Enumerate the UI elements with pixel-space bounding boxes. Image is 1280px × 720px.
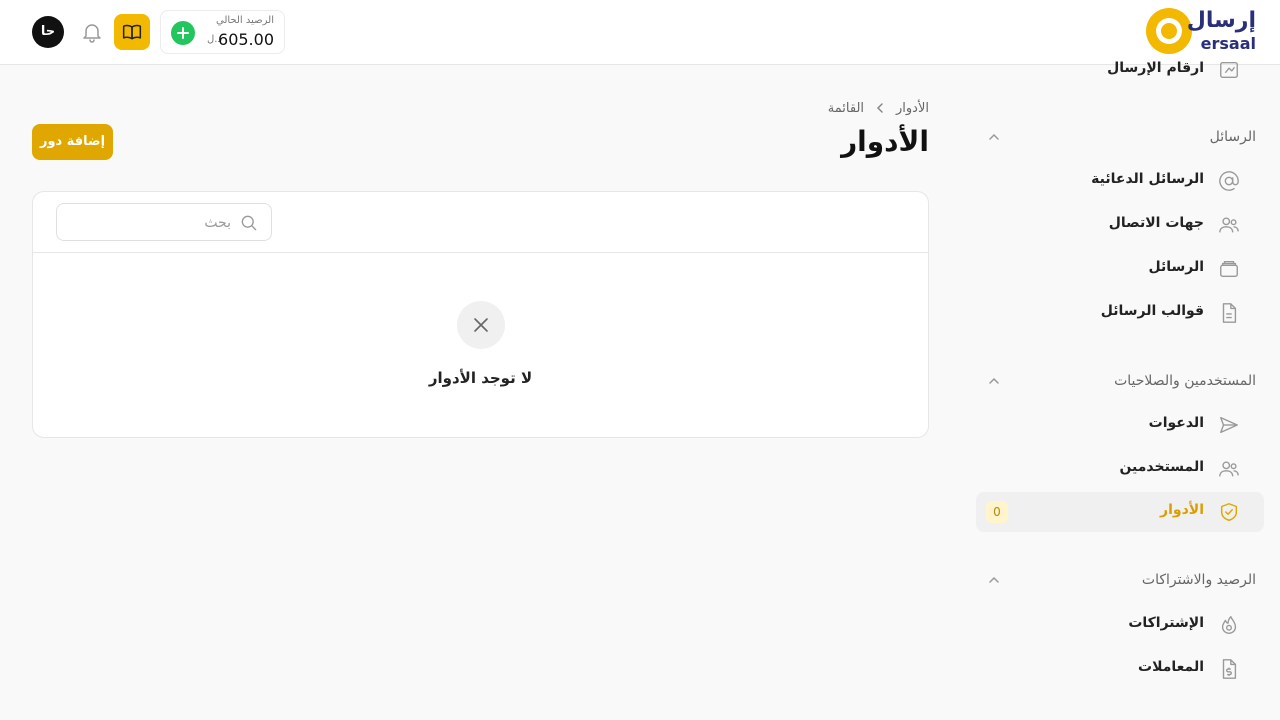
- users-icon: [1219, 217, 1239, 233]
- balance-label: الرصيد الحالي: [216, 15, 274, 26]
- sidebar-item-subscriptions[interactable]: الإشتراكات: [976, 605, 1264, 645]
- sidebar-item-promotional-messages[interactable]: الرسائل الدعائية: [976, 161, 1264, 201]
- section-messages-header[interactable]: الرسائل: [976, 123, 1264, 153]
- flame-icon: [1221, 616, 1237, 634]
- chevron-up-icon: [989, 576, 999, 583]
- topup-button[interactable]: [171, 21, 195, 45]
- sidebar-item-roles[interactable]: الأدوار 0: [976, 492, 1264, 532]
- send-numbers-icon: [1220, 61, 1238, 79]
- section-users-header[interactable]: المستخدمين والصلاحيات: [976, 367, 1264, 397]
- section-title: الرصيد والاشتراكات: [1141, 572, 1256, 588]
- sidebar-item-label: الرسائل: [1148, 259, 1204, 275]
- section-title: المستخدمين والصلاحيات: [1114, 373, 1256, 389]
- roles-table-card: لا توجد الأدوار: [32, 191, 929, 438]
- search-input[interactable]: [81, 212, 231, 234]
- section-title: الرسائل: [1209, 129, 1256, 145]
- sidebar-item-label: قوالب الرسائل: [1100, 303, 1204, 319]
- search-icon: [241, 215, 257, 231]
- logo-mark: [1146, 8, 1192, 54]
- page-title: الأدوار: [841, 125, 929, 158]
- breadcrumb-roles-link[interactable]: الأدوار: [896, 101, 929, 116]
- add-role-button[interactable]: إضافة دور: [32, 124, 113, 160]
- breadcrumb-current: القائمة: [827, 100, 865, 116]
- sidebar-item-label: المستخدمين: [1119, 459, 1204, 475]
- send-icon: [1220, 416, 1238, 434]
- sidebar-item-invitations[interactable]: الدعوات: [976, 405, 1264, 445]
- file-dollar-icon: [1222, 659, 1237, 679]
- table-toolbar: [33, 192, 928, 253]
- empty-state-icon-wrap: [457, 301, 505, 349]
- sidebar-item-label: الإشتراكات: [1128, 615, 1204, 631]
- messages-icon: [1220, 260, 1238, 278]
- book-icon: [122, 24, 142, 40]
- balance-card: الرصيد الحالي د.ل 605.00: [160, 10, 285, 54]
- sidebar-item-label: الرسائل الدعائية: [1091, 171, 1204, 187]
- breadcrumb: الأدوار القائمة: [828, 98, 929, 118]
- file-template-icon: [1222, 303, 1237, 323]
- shield-check-icon: [1220, 503, 1238, 521]
- sidebar-item-transactions[interactable]: المعاملات: [976, 649, 1264, 689]
- plus-icon: [177, 27, 189, 39]
- sidebar-item-label: جهات الاتصال: [1108, 215, 1204, 231]
- sidebar-item-send-numbers[interactable]: ارقام الإرسال: [976, 50, 1264, 90]
- sidebar-item-messages[interactable]: الرسائل: [976, 249, 1264, 289]
- users-icon: [1219, 461, 1239, 477]
- balance-value: 605.00: [218, 30, 274, 49]
- sidebar-item-label: المعاملات: [1138, 659, 1204, 675]
- close-icon: [474, 318, 488, 332]
- bell-icon[interactable]: [80, 20, 104, 44]
- sidebar-item-label: الدعوات: [1148, 415, 1204, 431]
- roles-count-badge: 0: [986, 501, 1008, 523]
- sidebar-item-contacts[interactable]: جهات الاتصال: [976, 205, 1264, 245]
- chevron-up-icon: [989, 377, 999, 384]
- chevron-left-icon: [876, 103, 883, 113]
- at-sign-icon: [1219, 171, 1239, 191]
- section-billing-header[interactable]: الرصيد والاشتراكات: [976, 566, 1264, 596]
- search-box: [56, 203, 272, 241]
- chevron-up-icon: [989, 133, 999, 140]
- sidebar-item-label: ارقام الإرسال: [1107, 60, 1204, 76]
- user-avatar[interactable]: حا: [32, 16, 64, 48]
- sidebar-item-label: الأدوار: [1160, 502, 1204, 518]
- empty-state-message: لا توجد الأدوار: [428, 369, 533, 387]
- documentation-button[interactable]: [114, 14, 150, 50]
- logo-text-arabic: إرسال: [1186, 8, 1256, 33]
- sidebar-item-message-templates[interactable]: قوالب الرسائل: [976, 293, 1264, 333]
- sidebar-item-users[interactable]: المستخدمين: [976, 449, 1264, 489]
